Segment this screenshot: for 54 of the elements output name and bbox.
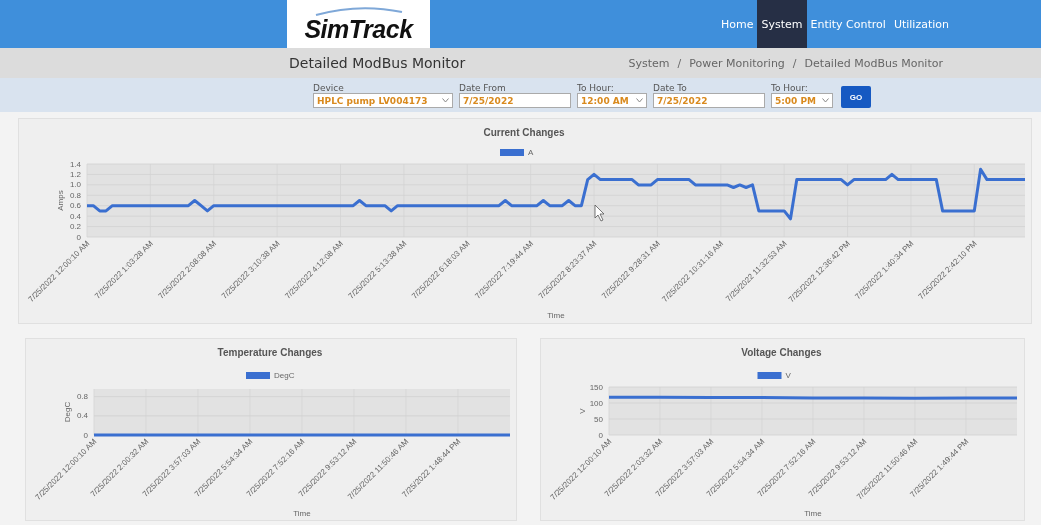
chart-title: Temperature Changes — [217, 347, 323, 358]
chart-title: Current Changes — [483, 127, 565, 138]
axis-tick-label: 0 — [83, 430, 88, 440]
chevron-icon — [442, 98, 449, 103]
axis-tick-label: 0 — [76, 232, 81, 242]
axis-title: Amps — [56, 190, 65, 211]
axis-tick-label: 0.2 — [69, 222, 81, 232]
logo-text: SimTrack — [304, 16, 413, 42]
breadcrumb-separator: / — [677, 56, 682, 70]
axis-tick-label: 0.8 — [76, 392, 88, 402]
date-field[interactable]: 7/25/2022 — [459, 93, 571, 108]
field-label: Device — [313, 83, 345, 93]
page-title: Detailed ModBus Monitor — [289, 55, 466, 71]
axis-title: Time — [293, 509, 311, 518]
axis-title: V — [578, 408, 587, 414]
swoosh-icon — [313, 6, 404, 16]
select-field[interactable]: 12:00 AM — [577, 93, 647, 108]
go-button[interactable]: GO — [841, 86, 871, 108]
field-label: Date To — [653, 83, 688, 93]
chevron-icon — [636, 98, 643, 103]
date-field[interactable]: 7/25/2022 — [653, 93, 765, 108]
axis-tick-label: 0.4 — [69, 211, 81, 221]
field-label: Date From — [459, 83, 507, 93]
chevron-icon — [822, 98, 829, 103]
legend-label: DegC — [274, 371, 295, 380]
select-field[interactable]: HPLC pump LV004173 — [313, 93, 453, 108]
axis-tick-label: 50 — [594, 414, 603, 424]
axis-tick-label: 1.4 — [69, 159, 81, 169]
field-label: To Hour: — [771, 83, 809, 93]
nav-link[interactable]: Entity Control — [806, 0, 890, 48]
axis-tick-label: 0 — [598, 430, 603, 440]
nav-link[interactable]: Home — [717, 0, 758, 48]
axis-title: DegC — [63, 401, 72, 423]
axis-title: Time — [547, 311, 565, 320]
axis-title: Time — [804, 509, 822, 518]
axis-tick-label: 0.4 — [76, 411, 88, 421]
select-field[interactable]: 5:00 PM — [771, 93, 833, 108]
chart-title: Voltage Changes — [741, 347, 822, 358]
axis-tick-label: 0.6 — [69, 201, 81, 211]
axis-tick-label: 1.2 — [69, 169, 81, 179]
axis-tick-label: 0.8 — [69, 190, 81, 200]
breadcrumb-link[interactable]: Power Monitoring — [689, 56, 785, 70]
breadcrumb-current: Detailed ModBus Monitor — [804, 56, 943, 70]
nav-link[interactable]: Utilization — [889, 0, 953, 48]
breadcrumb-separator: / — [792, 56, 797, 70]
legend-label: A — [528, 148, 534, 157]
axis-tick-label: 150 — [589, 382, 603, 392]
field-label: To Hour: — [577, 83, 615, 93]
pointer-icon — [594, 204, 605, 222]
axis-tick-label: 100 — [589, 398, 603, 408]
nav-link[interactable]: System — [757, 0, 807, 48]
breadcrumb-link[interactable]: System — [628, 56, 670, 70]
legend-label: V — [785, 371, 791, 380]
axis-tick-label: 1.0 — [69, 180, 81, 190]
